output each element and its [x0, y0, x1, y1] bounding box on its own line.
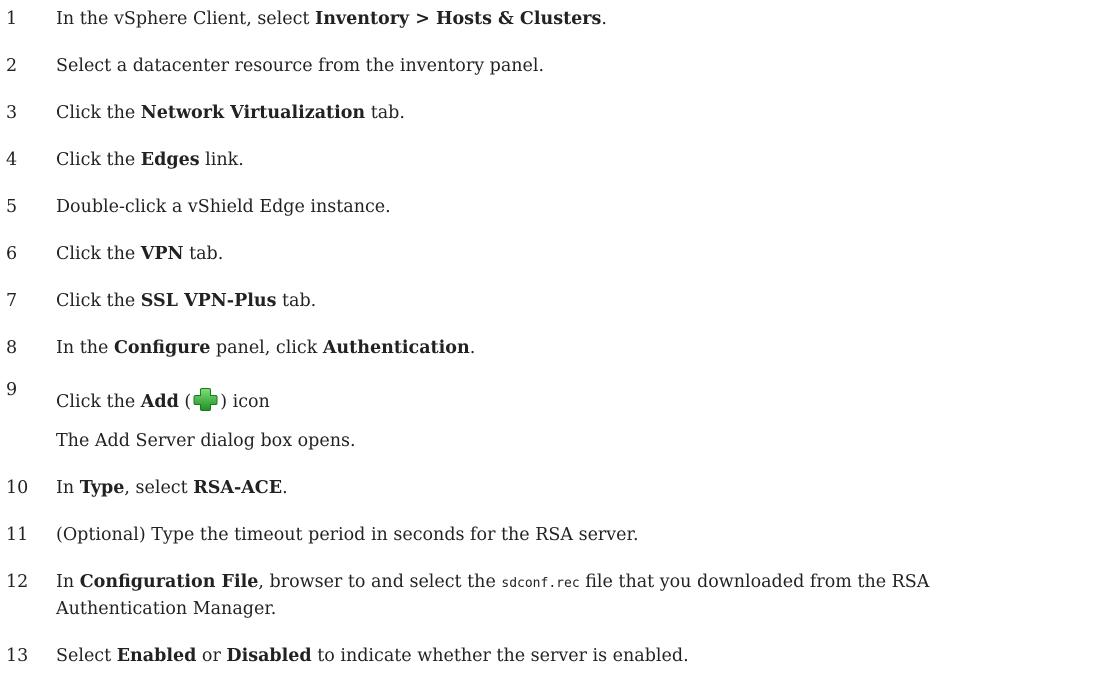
ui-path: Inventory > Hosts & Clusters [315, 9, 602, 29]
ui-label: Authentication [322, 338, 470, 358]
step-number: 13 [6, 646, 29, 666]
step-number: 5 [6, 197, 18, 217]
step-number: 11 [6, 525, 29, 545]
step-number: 12 [6, 572, 29, 592]
step-number: 7 [6, 291, 18, 311]
step-12-continuation: Authentication Manager. [56, 599, 277, 619]
step-text: In Type, select RSA-ACE. [56, 478, 288, 498]
ui-label: Configure [113, 338, 211, 358]
step-text: (Optional) Type the timeout period in se… [56, 525, 639, 545]
step-number: 4 [6, 150, 18, 170]
ui-label: Enabled [116, 646, 197, 666]
step-text: Select Enabled or Disabled to indicate w… [56, 646, 689, 666]
step-number: 8 [6, 338, 18, 358]
step-number: 6 [6, 244, 18, 264]
step-9-note: The Add Server dialog box opens. [56, 431, 356, 451]
ui-label: Network Virtualization [140, 103, 366, 123]
step-text: In the vSphere Client, select Inventory … [56, 9, 607, 29]
ui-label: VPN [140, 244, 184, 264]
step-text: Click the Network Virtualization tab. [56, 103, 405, 123]
ui-label: Type [79, 478, 125, 498]
step-text: Click the VPN tab. [56, 244, 224, 264]
step-text: In Configuration File, browser to and se… [56, 572, 930, 592]
ui-label: Disabled [226, 646, 312, 666]
step-number: 3 [6, 103, 18, 123]
step-number: 10 [6, 478, 29, 498]
ui-label: Configuration File [79, 572, 259, 592]
step-text: Click the Add ( ) icon [56, 387, 1110, 414]
ui-label: Edges [140, 150, 200, 170]
step-text: In the Configure panel, click Authentica… [56, 338, 476, 358]
green-plus-icon [193, 388, 218, 411]
document-page: { "steps": [ {"num": "1", "parts": ["In … [0, 0, 1120, 696]
step-number: 1 [6, 9, 18, 29]
ui-label: RSA-ACE [193, 478, 283, 498]
step-text: Click the SSL VPN-Plus tab. [56, 291, 317, 311]
step-text: Double-click a vShield Edge instance. [56, 197, 391, 217]
ui-label: Add [140, 392, 179, 412]
step-text: Select a datacenter resource from the in… [56, 56, 545, 76]
step-text: Click the Edges link. [56, 150, 244, 170]
ui-label: SSL VPN-Plus [140, 291, 277, 311]
step-number: 2 [6, 56, 18, 76]
file-name: sdconf.rec [501, 576, 580, 591]
step-number: 9 [6, 380, 18, 400]
